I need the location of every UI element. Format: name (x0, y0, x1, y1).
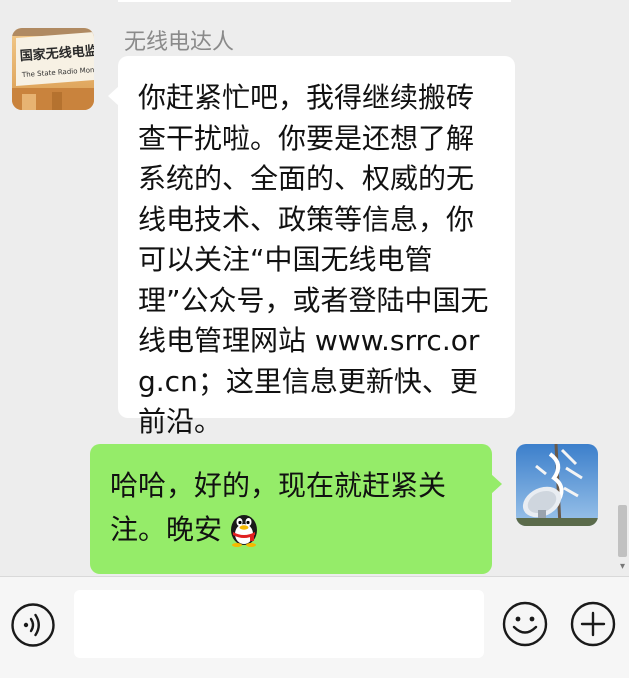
sender-avatar[interactable]: 国家无线电监 The State Radio Moni (12, 28, 94, 110)
message-input[interactable] (74, 590, 484, 658)
scroll-down-arrow-icon[interactable]: ▾ (617, 561, 628, 572)
bubble-tail (108, 86, 119, 106)
more-options-button[interactable] (569, 600, 617, 648)
sender-avatar-image: 国家无线电监 The State Radio Moni (12, 28, 94, 110)
chat-message-list[interactable]: 国家无线电监 The State Radio Moni 无线电达人 你赶紧忙吧，… (0, 0, 629, 576)
incoming-message-bubble[interactable]: 你赶紧忙吧，我得继续搬砖查干扰啦。你要是还想了解系统的、全面的、权威的无线电技术… (108, 56, 515, 438)
plus-circle-icon (570, 601, 616, 647)
voice-input-button[interactable] (10, 602, 56, 648)
outgoing-message-bubble[interactable]: 哈哈，好的，现在就赶紧关注。晚安 (90, 444, 502, 574)
my-avatar[interactable] (516, 444, 598, 526)
outgoing-message-content: 哈哈，好的，现在就赶紧关注。晚安 (110, 466, 460, 550)
sender-name: 无线电达人 (124, 30, 235, 55)
voice-icon (11, 603, 55, 647)
incoming-message-text: 你赶紧忙吧，我得继续搬砖查干扰啦。你要是还想了解系统的、全面的、权威的无线电技术… (138, 81, 489, 438)
smiley-icon (502, 601, 548, 647)
scrollbar-thumb[interactable] (618, 505, 627, 557)
emoji-button[interactable] (501, 600, 549, 648)
chat-scrollbar[interactable]: ▾ (616, 0, 629, 576)
bubble-tail (491, 474, 502, 494)
previous-message-edge (118, 0, 511, 2)
my-avatar-image (516, 444, 598, 526)
outgoing-message-text: 哈哈，好的，现在就赶紧关注。晚安 (110, 469, 447, 546)
qq-penguin-emoji-icon (224, 507, 264, 547)
